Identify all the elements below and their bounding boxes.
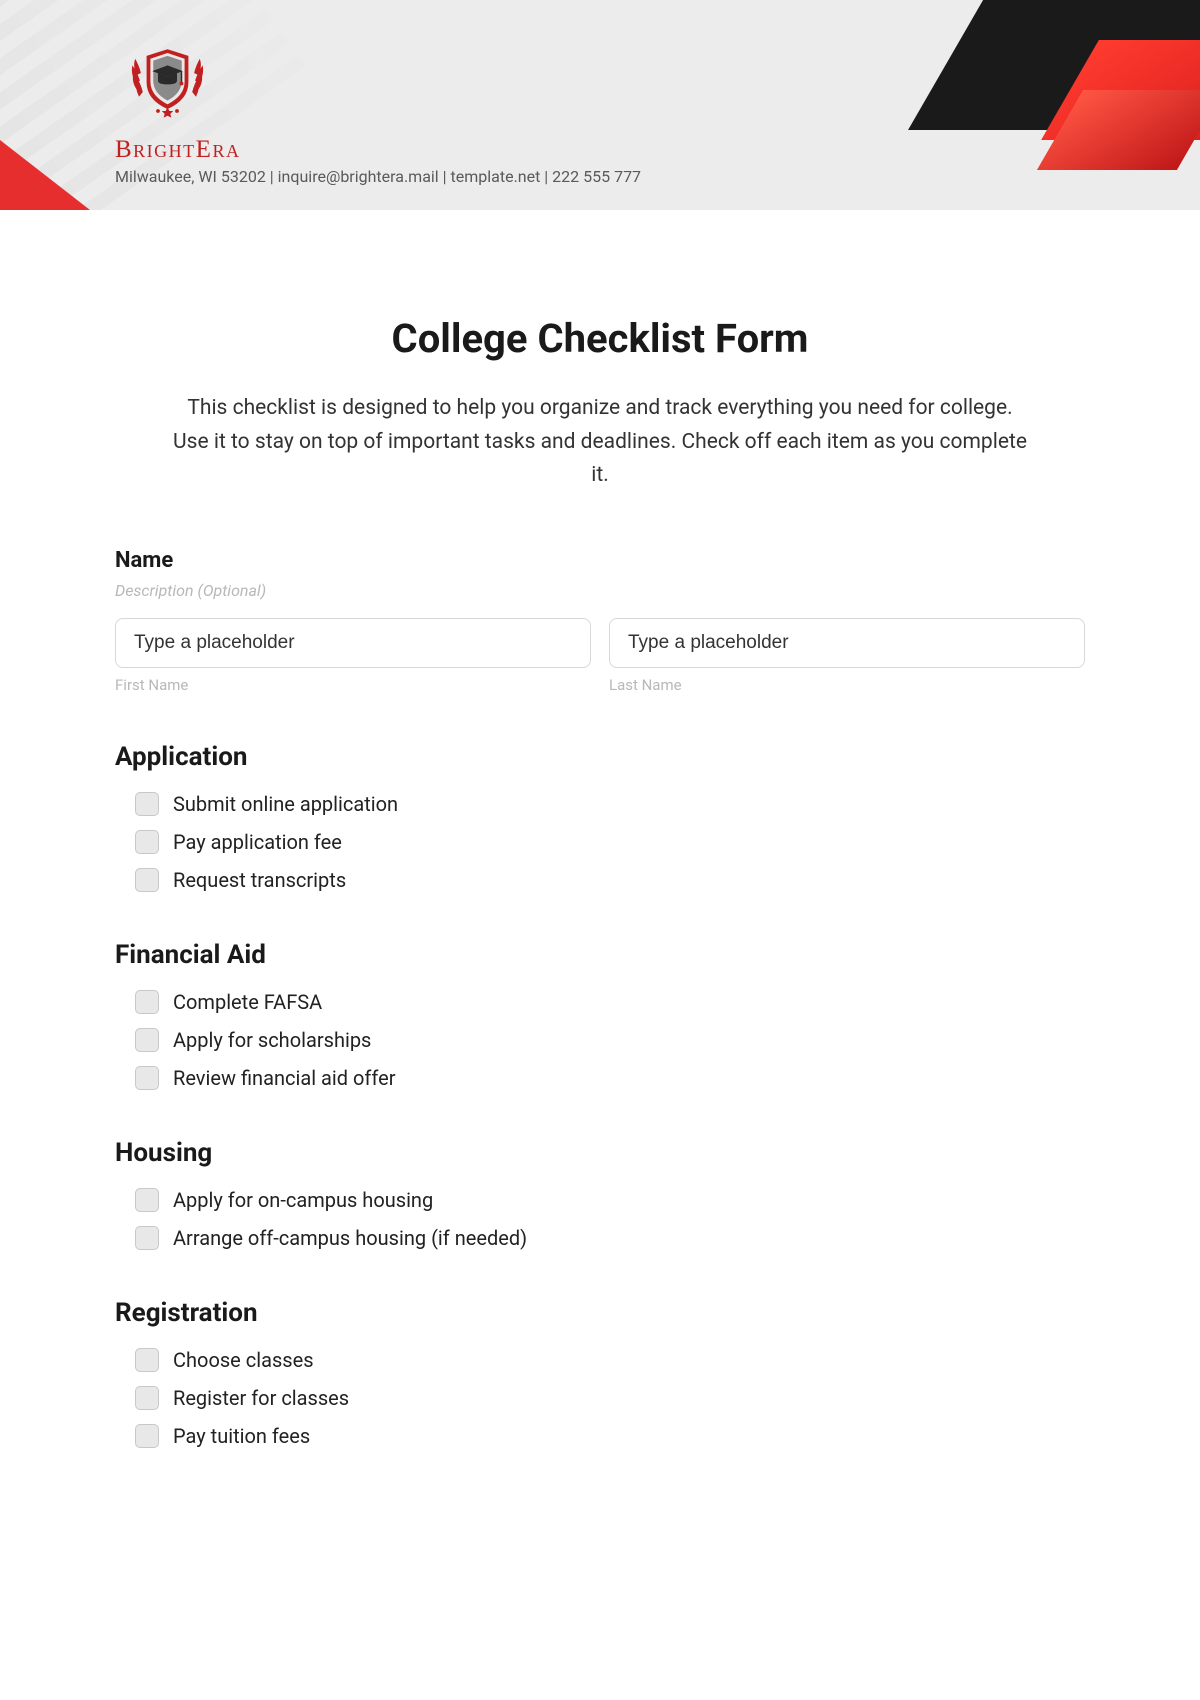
- last-name-sublabel: Last Name: [609, 676, 1085, 694]
- checklist-item: Pay tuition fees: [115, 1424, 1085, 1448]
- brand-contact: Milwaukee, WI 53202 | inquire@brightera.…: [115, 167, 641, 186]
- checklist-item-label: Apply for on-campus housing: [173, 1188, 433, 1212]
- checklist-item: Apply for scholarships: [115, 1028, 1085, 1052]
- form-intro: This checklist is designed to help you o…: [170, 392, 1030, 493]
- checklist-item: Choose classes: [115, 1348, 1085, 1372]
- checkbox[interactable]: [135, 830, 159, 854]
- checkbox[interactable]: [135, 1028, 159, 1052]
- checklist-item-label: Register for classes: [173, 1386, 349, 1410]
- checkbox[interactable]: [135, 1348, 159, 1372]
- checklist-item: Complete FAFSA: [115, 990, 1085, 1014]
- checkbox[interactable]: [135, 1226, 159, 1250]
- name-label: Name: [115, 548, 1085, 573]
- checklist-item-label: Apply for scholarships: [173, 1028, 371, 1052]
- corner-shapes-decoration: [910, 0, 1200, 210]
- first-name-input[interactable]: [115, 618, 591, 668]
- form-content: College Checklist Form This checklist is…: [0, 210, 1200, 1522]
- checklist-item-label: Arrange off-campus housing (if needed): [173, 1226, 527, 1250]
- section-heading: Application: [115, 742, 1085, 772]
- brand-logo-icon: [120, 35, 215, 130]
- name-field-group: Name Description (Optional) First Name L…: [115, 548, 1085, 694]
- checkbox[interactable]: [135, 1386, 159, 1410]
- checkbox[interactable]: [135, 1424, 159, 1448]
- red-triangle-decoration: [0, 140, 90, 210]
- name-description: Description (Optional): [115, 581, 1085, 600]
- first-name-sublabel: First Name: [115, 676, 591, 694]
- checklist-section: Housing Apply for on-campus housing Arrang…: [115, 1138, 1085, 1250]
- brand-block: BrightEra Milwaukee, WI 53202 | inquire@…: [115, 35, 641, 186]
- checklist-item-label: Choose classes: [173, 1348, 314, 1372]
- checklist-item-label: Review financial aid offer: [173, 1066, 395, 1090]
- form-title: College Checklist Form: [115, 315, 1085, 362]
- section-heading: Housing: [115, 1138, 1085, 1168]
- checkbox[interactable]: [135, 1066, 159, 1090]
- section-heading: Registration: [115, 1298, 1085, 1328]
- checklist-section: Financial Aid Complete FAFSA Apply for sch…: [115, 940, 1085, 1090]
- checklist-item-label: Pay tuition fees: [173, 1424, 310, 1448]
- section-heading: Financial Aid: [115, 940, 1085, 970]
- checklist-item: Apply for on-campus housing: [115, 1188, 1085, 1212]
- checklist-item-label: Submit online application: [173, 792, 398, 816]
- checklist-section: Registration Choose classes Register for c…: [115, 1298, 1085, 1448]
- header-banner: BrightEra Milwaukee, WI 53202 | inquire@…: [0, 0, 1200, 210]
- checklist-item: Submit online application: [115, 792, 1085, 816]
- brand-name: BrightEra: [115, 136, 641, 164]
- checklist-item-label: Request transcripts: [173, 868, 346, 892]
- checkbox[interactable]: [135, 1188, 159, 1212]
- checklist-item-label: Pay application fee: [173, 830, 342, 854]
- checklist-item: Request transcripts: [115, 868, 1085, 892]
- checklist-item: Register for classes: [115, 1386, 1085, 1410]
- checklist-item: Arrange off-campus housing (if needed): [115, 1226, 1085, 1250]
- checkbox[interactable]: [135, 868, 159, 892]
- checkbox[interactable]: [135, 792, 159, 816]
- last-name-input[interactable]: [609, 618, 1085, 668]
- checklist-item: Pay application fee: [115, 830, 1085, 854]
- checklist-item-label: Complete FAFSA: [173, 990, 322, 1014]
- checklist-item: Review financial aid offer: [115, 1066, 1085, 1090]
- checkbox[interactable]: [135, 990, 159, 1014]
- checklist-section: Application Submit online application Pay …: [115, 742, 1085, 892]
